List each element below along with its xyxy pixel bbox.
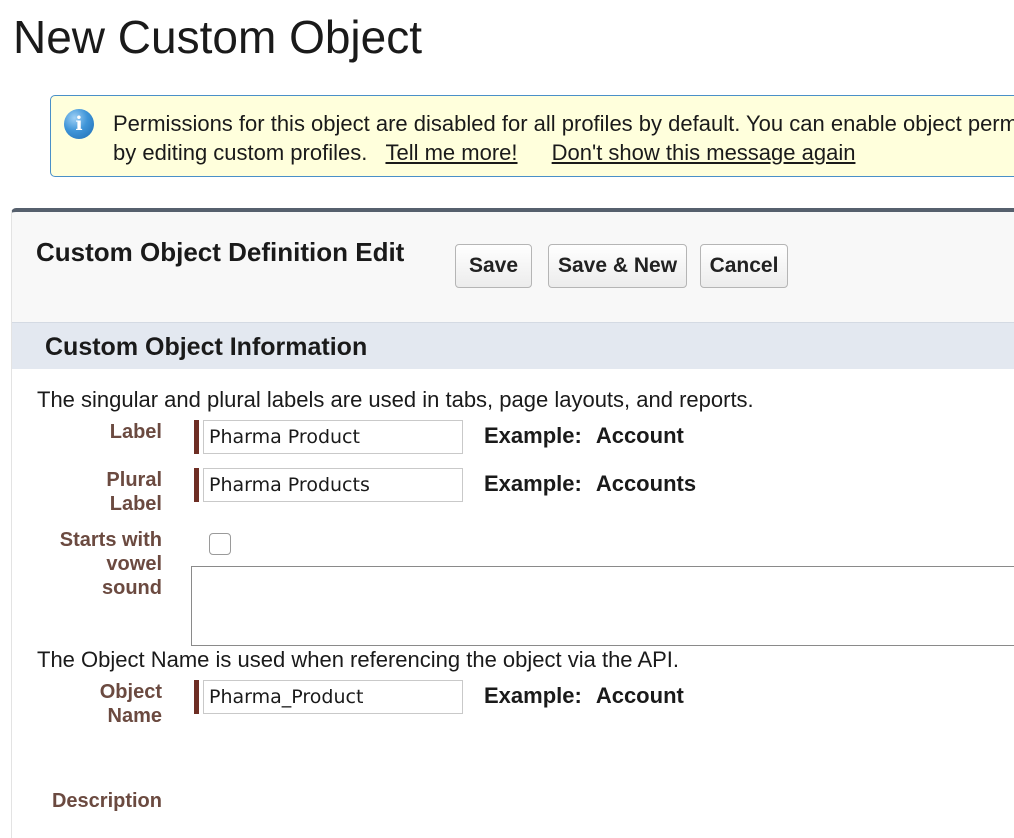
required-indicator: [194, 420, 199, 454]
plural-label-field-label: Plural Label: [12, 468, 162, 516]
object-name-input[interactable]: [203, 680, 463, 714]
plural-label-line-1: Plural: [106, 469, 162, 491]
example-value: Account: [595, 423, 684, 448]
info-message: i Permissions for this object are disabl…: [50, 95, 1014, 177]
plural-label-line-2: Label: [109, 493, 162, 515]
example-prefix: Example:: [484, 471, 582, 496]
example-prefix: Example:: [484, 683, 582, 708]
required-indicator: [194, 468, 199, 502]
save-and-new-button[interactable]: Save & New: [548, 244, 687, 288]
example-value: Accounts: [595, 471, 697, 496]
info-text: Permissions for this object are disabled…: [113, 109, 1014, 167]
example-value: Account: [595, 683, 684, 708]
labels-helper-text: The singular and plural labels are used …: [37, 387, 754, 412]
plural-label-example: Example: Accounts: [484, 471, 696, 497]
edit-panel: Custom Object Definition Edit Save Save …: [11, 208, 1014, 838]
page-title: New Custom Object: [13, 11, 423, 63]
label-example: Example: Account: [484, 423, 684, 449]
description-textarea[interactable]: [191, 566, 1014, 646]
vowel-label-line-1: Starts with: [59, 529, 162, 551]
object-name-label-line-2: Name: [107, 705, 162, 727]
object-name-helper-text: The Object Name is used when referencing…: [37, 647, 680, 672]
description-field-label: Description: [51, 790, 162, 812]
panel-header: Custom Object Definition Edit Save Save …: [12, 212, 1014, 320]
section-header: Custom Object Information: [12, 322, 1014, 370]
vowel-sound-checkbox[interactable]: [209, 533, 231, 555]
vowel-label-line-2: vowel: [106, 553, 162, 575]
object-name-example: Example: Account: [484, 683, 684, 709]
plural-label-input[interactable]: [203, 468, 463, 502]
tell-me-more-link[interactable]: Tell me more!: [385, 140, 517, 165]
panel-title: Custom Object Definition Edit: [36, 237, 405, 267]
info-icon: i: [64, 109, 94, 139]
example-prefix: Example:: [484, 423, 582, 448]
cancel-button[interactable]: Cancel: [700, 244, 788, 288]
vowel-sound-field-label: Starts with vowel sound: [12, 528, 162, 600]
vowel-label-line-3: sound: [102, 577, 162, 599]
info-line-2: by editing custom profiles. Tell me more…: [113, 138, 1014, 167]
label-input[interactable]: [203, 420, 463, 454]
section-title: Custom Object Information: [45, 333, 368, 361]
label-field-label: Label: [109, 421, 162, 443]
required-indicator: [194, 680, 199, 714]
object-name-label-line-1: Object: [99, 681, 162, 703]
save-button[interactable]: Save: [455, 244, 532, 288]
info-line-1: Permissions for this object are disabled…: [113, 111, 1014, 136]
page: New Custom Object i Permissions for this…: [0, 0, 1014, 838]
dont-show-again-link[interactable]: Don't show this message again: [552, 140, 856, 165]
object-name-field-label: Object Name: [12, 680, 162, 728]
info-line-2-text: by editing custom profiles.: [113, 140, 368, 165]
